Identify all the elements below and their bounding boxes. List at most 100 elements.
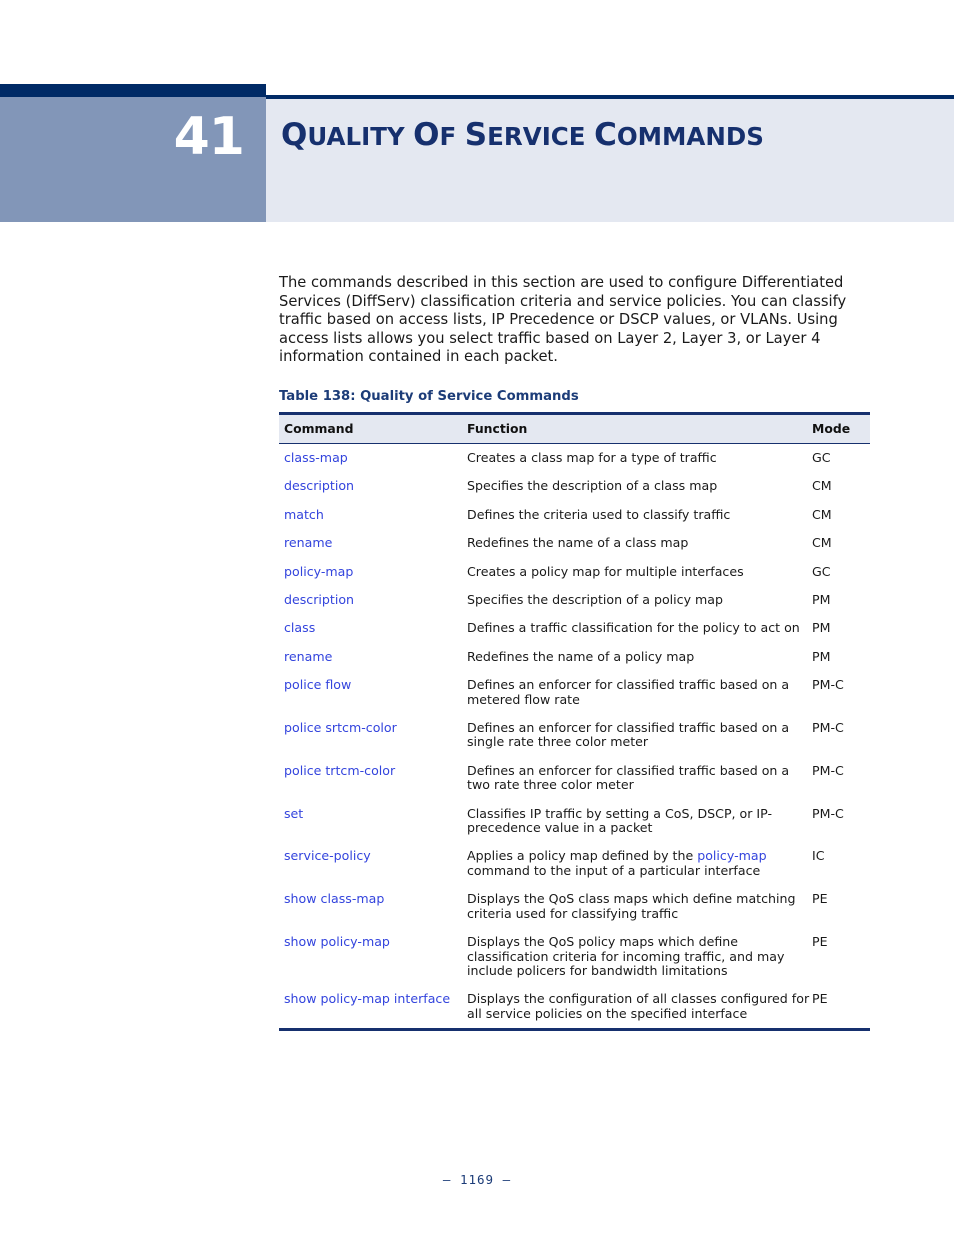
- title-word-initial: O: [413, 117, 440, 153]
- table-cell-command: police srtcm-color: [279, 714, 467, 757]
- function-text: Applies a policy map defined by the: [467, 848, 698, 864]
- title-word-body: ERVICE: [487, 122, 595, 151]
- table-cell-function: Redefines the name of a class map: [467, 535, 689, 551]
- command-link[interactable]: class: [284, 620, 315, 635]
- title-word-initial: S: [464, 117, 488, 153]
- table-caption: Table 138: Quality of Service Commands: [279, 388, 579, 404]
- table-cell-command: show class-map: [279, 885, 467, 928]
- table-cell-mode: CM: [812, 506, 832, 522]
- table-cell-function: Defines a traffic classification for the…: [467, 620, 800, 636]
- command-link[interactable]: rename: [284, 649, 332, 664]
- table-cell-function: Displays the QoS policy maps which defin…: [467, 934, 785, 978]
- table-row: police srtcm-color Defines an enforcer fo…: [279, 714, 870, 757]
- page-title: QUALITY OF SERVICE COMMANDS: [281, 117, 764, 153]
- table-cell-function: Applies a policy map defined by the poli…: [467, 842, 812, 885]
- table-row: rename Redefines the name of a class map C…: [279, 529, 870, 557]
- command-link[interactable]: policy-map: [284, 564, 353, 579]
- table-cell-mode: PM: [812, 592, 831, 607]
- table-cell-mode: PM-C: [812, 762, 844, 778]
- inline-command-link[interactable]: policy-map: [697, 848, 766, 863]
- table-cell-mode: PE: [812, 934, 828, 950]
- command-link[interactable]: service-policy: [284, 848, 371, 863]
- table-cell-command: set: [279, 800, 467, 843]
- intro-paragraph: The commands described in this section a…: [279, 274, 847, 366]
- table-row: police flow Defines an enforcer for class…: [279, 671, 870, 714]
- table-cell-function: Displays the configuration of all classe…: [467, 991, 810, 1021]
- table-cell-command: description: [279, 586, 467, 614]
- table-body: class-map Creates a class map for a type …: [279, 443, 870, 1029]
- table-cell-mode: GC: [812, 563, 831, 579]
- command-link[interactable]: police srtcm-color: [284, 720, 397, 735]
- table-cell-command: service-policy: [279, 842, 467, 885]
- table-cell-mode: PM-C: [812, 720, 844, 736]
- table-cell-mode: PE: [812, 991, 828, 1007]
- command-link[interactable]: rename: [284, 535, 332, 550]
- command-link[interactable]: match: [284, 507, 324, 522]
- column-header-command: Command: [279, 413, 467, 444]
- table-cell-function: Specifies the description of a class map: [467, 478, 718, 494]
- table-cell-command: class-map: [279, 443, 467, 472]
- table-cell-function: Defines an enforcer for classified traff…: [467, 720, 790, 750]
- command-link[interactable]: police flow: [284, 677, 351, 692]
- table-row: match Defines the criteria used to classi…: [279, 501, 870, 529]
- table-cell-mode: PM: [812, 648, 831, 664]
- main-content: The commands described in this section a…: [279, 274, 872, 1032]
- table-cell-mode: PM: [812, 620, 831, 636]
- banner-navy-rule-left: [0, 84, 266, 97]
- command-link[interactable]: show class-map: [284, 891, 384, 906]
- table-cell-function: Creates a policy map for multiple interf…: [467, 563, 744, 579]
- command-link[interactable]: police trtcm-color: [284, 763, 395, 778]
- table-cell-command: rename: [279, 529, 467, 557]
- command-link[interactable]: set: [284, 806, 303, 821]
- table-header: Command Function Mode: [279, 413, 870, 444]
- title-word-body: OMMANDS: [616, 122, 764, 151]
- table-cell-function: Classifies IP traffic by setting a CoS, …: [467, 805, 773, 836]
- table-cell-mode: GC: [812, 449, 831, 465]
- table-row: service-policy Applies a policy map defin…: [279, 842, 870, 885]
- table-cell-mode: CM: [812, 478, 832, 494]
- table-header-row: Command Function Mode: [279, 413, 870, 444]
- table-row: show policy-map interface Displays the co…: [279, 985, 870, 1029]
- table-row: rename Redefines the name of a policy map…: [279, 643, 870, 671]
- table-cell-mode: PM-C: [812, 805, 844, 821]
- table-cell-command: policy-map: [279, 558, 467, 586]
- table-cell-command: description: [279, 472, 467, 500]
- table-row: show policy-map Displays the QoS policy m…: [279, 928, 870, 985]
- table-row: class-map Creates a class map for a type …: [279, 443, 870, 472]
- table-cell-function: Defines the criteria used to classify tr…: [467, 506, 731, 522]
- table-row: class Defines a traffic classification fo…: [279, 614, 870, 642]
- command-link[interactable]: description: [284, 592, 354, 607]
- command-link[interactable]: class-map: [284, 450, 348, 465]
- table-cell-function: Defines an enforcer for classified traff…: [467, 762, 790, 793]
- title-word-body: F: [439, 122, 465, 151]
- table-cell-mode: PM-C: [812, 677, 844, 693]
- column-header-function: Function: [467, 413, 812, 444]
- table-cell-function: Creates a class map for a type of traffi…: [467, 449, 717, 465]
- table-cell-function: Redefines the name of a policy map: [467, 648, 695, 664]
- table-row: description Specifies the description of …: [279, 472, 870, 500]
- page-footer: – 1169 –: [442, 1172, 512, 1187]
- command-link[interactable]: show policy-map interface: [284, 991, 450, 1006]
- table-cell-command: show policy-map: [279, 928, 467, 985]
- chapter-number: 41: [173, 107, 245, 167]
- chapter-banner: 41 QUALITY OF SERVICE COMMANDS: [0, 84, 954, 222]
- qos-commands-table: Command Function Mode class-map Creates a…: [279, 411, 870, 1032]
- table-cell-command: police flow: [279, 671, 467, 714]
- title-word-initial: C: [594, 117, 617, 153]
- table-row: policy-map Creates a policy map for multi…: [279, 558, 870, 586]
- table-row: description Specifies the description of …: [279, 586, 870, 614]
- function-text: command to the input of a particular int…: [467, 862, 761, 878]
- table-cell-command: police trtcm-color: [279, 757, 467, 800]
- command-link[interactable]: description: [284, 478, 354, 493]
- table-cell-command: rename: [279, 643, 467, 671]
- title-word-initial: Q: [281, 117, 308, 153]
- table-cell-command: show policy-map interface: [279, 985, 467, 1029]
- column-header-mode: Mode: [812, 413, 870, 444]
- command-link[interactable]: show policy-map: [284, 934, 390, 949]
- table-cell-mode: IC: [812, 848, 825, 864]
- table-cell-function: Specifies the description of a policy ma…: [467, 592, 724, 607]
- table-row: police trtcm-color Defines an enforcer fo…: [279, 757, 870, 800]
- table-cell-mode: CM: [812, 535, 832, 551]
- table-cell-mode: PE: [812, 891, 828, 907]
- table-row: show class-map Displays the QoS class map…: [279, 885, 870, 928]
